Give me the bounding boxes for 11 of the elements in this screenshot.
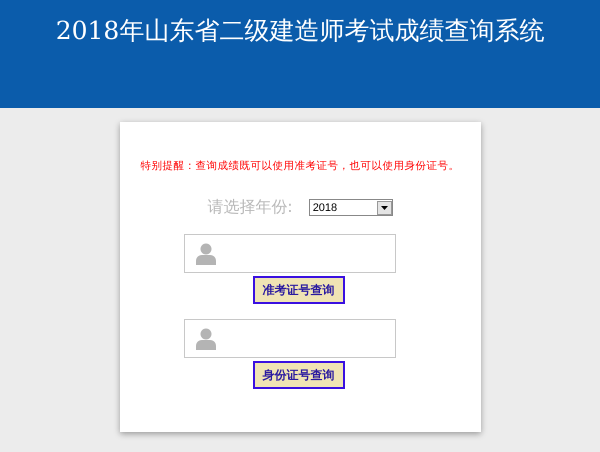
page-title: 2018年山东省二级建造师考试成绩查询系统	[56, 15, 544, 47]
query-button[interactable]: 身份证号查询	[252, 361, 344, 389]
query-button[interactable]: 准考证号查询	[252, 276, 344, 304]
notice-text: 特别提醒：查询成绩既可以使用准考证号，也可以使用身份证号。	[140, 159, 460, 173]
year-select[interactable]: 2018	[308, 199, 393, 216]
user-icon	[196, 328, 216, 350]
user-icon	[196, 242, 216, 264]
input-field[interactable]	[184, 319, 396, 358]
dropdown-caret-icon	[376, 200, 392, 214]
year-label: 请选择年份:	[207, 197, 293, 218]
input-field[interactable]	[184, 234, 396, 273]
